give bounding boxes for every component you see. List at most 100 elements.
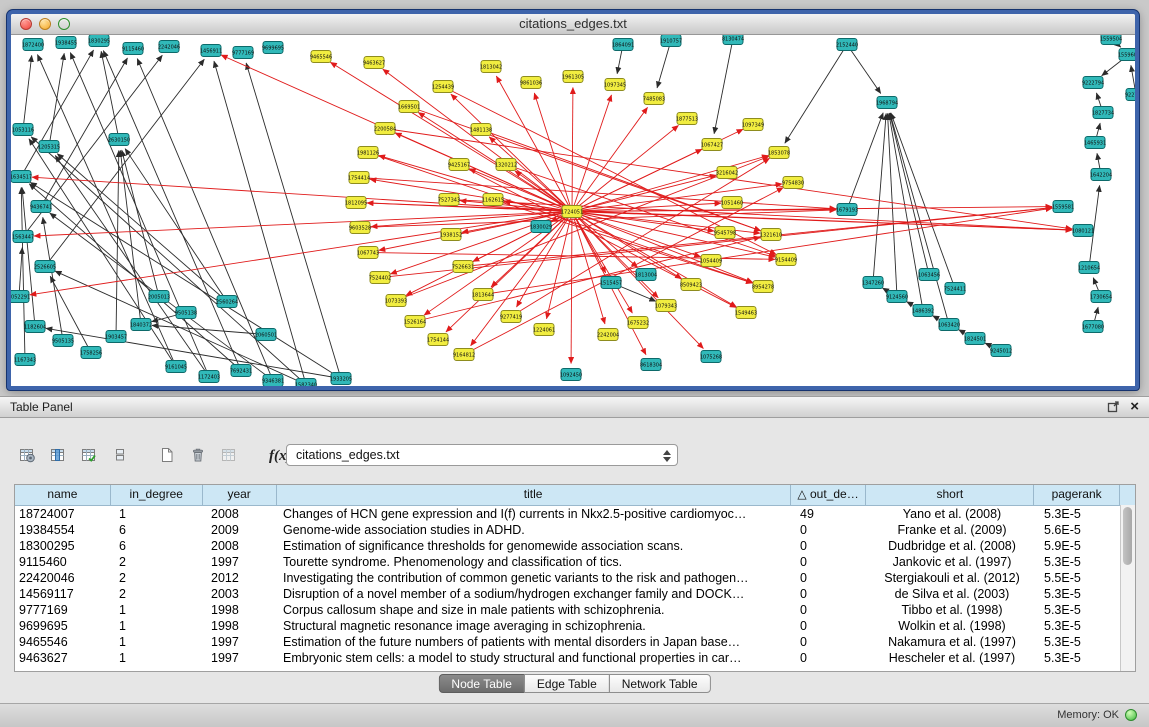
graph-node[interactable]: 1052291	[11, 291, 30, 303]
graph-node[interactable]: 2200584	[374, 123, 396, 135]
column-rows-icon[interactable]	[107, 443, 133, 469]
import-table-icon[interactable]	[216, 443, 242, 469]
graph-node[interactable]: 9861036	[520, 77, 542, 89]
graph-node[interactable]: 7485083	[643, 93, 665, 105]
graph-node[interactable]: 9505135	[52, 335, 74, 347]
graph-edge[interactable]	[471, 212, 572, 346]
graph-node[interactable]: 1903457	[105, 331, 127, 343]
float-panel-icon[interactable]	[1107, 400, 1120, 413]
graph-node[interactable]: 2242004	[597, 329, 619, 341]
graph-node[interactable]: 1162615	[482, 194, 504, 206]
table-row[interactable]: 969969511998Structural magnetic resonanc…	[15, 618, 1135, 634]
table-row[interactable]: 1938455462009Genome-wide association stu…	[15, 522, 1135, 538]
graph-node[interactable]: 8130474	[722, 35, 744, 45]
graph-node[interactable]: 1981126	[357, 147, 379, 159]
graph-node[interactable]: 8618304	[640, 359, 662, 371]
graph-node[interactable]: 1730654	[1090, 291, 1112, 303]
table-columns-icon[interactable]	[45, 443, 71, 469]
graph-node[interactable]: 1938455	[55, 37, 77, 49]
graph-node[interactable]: 1067743	[357, 247, 379, 259]
graph-node[interactable]: 9115460	[122, 43, 144, 55]
table-row[interactable]: 977716911998Corpus callosum shape and si…	[15, 602, 1135, 618]
graph-node[interactable]: 8954278	[752, 281, 774, 293]
graph-node[interactable]: 1080121	[1072, 225, 1094, 237]
graph-node[interactable]: 7526631	[452, 261, 474, 273]
table-row[interactable]: 946362711997Embryonic stem cells: a mode…	[15, 650, 1135, 666]
graph-node[interactable]: 1677080	[1082, 321, 1104, 333]
graph-node[interactable]: 7524411	[944, 283, 966, 295]
graph-node[interactable]: 1456911	[200, 45, 222, 57]
graph-edge[interactable]	[890, 113, 929, 274]
graph-node[interactable]: 9277419	[500, 311, 522, 323]
graph-node[interactable]: 1205315	[38, 141, 60, 153]
graph-node[interactable]: 1813004	[635, 269, 657, 281]
graph-node[interactable]: 9425167	[448, 159, 470, 171]
graph-node[interactable]: 9465546	[310, 51, 332, 63]
graph-node[interactable]: 9154409	[775, 254, 797, 266]
graph-node[interactable]: 1073393	[385, 295, 407, 307]
close-button[interactable]	[20, 18, 32, 30]
graph-edge[interactable]	[572, 87, 573, 211]
graph-node[interactable]: 1724051	[561, 206, 583, 218]
graph-node[interactable]: 1254439	[432, 81, 454, 93]
graph-node[interactable]: 1224061	[533, 324, 555, 336]
graph-node[interactable]: 1840372	[130, 319, 152, 331]
graph-edge[interactable]	[415, 237, 760, 321]
graph-node[interactable]: 1092450	[560, 369, 582, 381]
graph-edge[interactable]	[101, 51, 119, 139]
graph-node[interactable]: 1910757	[660, 35, 682, 47]
graph-node[interactable]: 8509423	[680, 279, 702, 291]
graph-edge[interactable]	[137, 59, 273, 381]
graph-edge[interactable]	[847, 45, 881, 94]
graph-node[interactable]: 1675232	[627, 317, 649, 329]
graph-edge[interactable]	[496, 76, 572, 211]
graph-node[interactable]: 1075268	[700, 351, 722, 363]
graph-node[interactable]: 2005013	[148, 291, 170, 303]
graph-node[interactable]: 1864091	[612, 39, 634, 51]
graph-node[interactable]: 1549463	[735, 307, 757, 319]
graph-edge[interactable]	[785, 45, 847, 144]
graph-node[interactable]: 1813042	[480, 61, 502, 73]
graph-edge[interactable]	[45, 59, 204, 266]
graph-edge[interactable]	[31, 137, 306, 385]
graph-edge[interactable]	[23, 55, 32, 129]
graph-node[interactable]: 9777169	[232, 47, 254, 59]
graph-node[interactable]: 1754144	[427, 334, 449, 346]
tab-edge-table[interactable]: Edge Table	[524, 674, 610, 693]
graph-node[interactable]: 9161045	[165, 361, 187, 373]
graph-node[interactable]: 1938152	[440, 229, 462, 241]
graph-node[interactable]: 9754830	[782, 177, 804, 189]
column-header-0[interactable]: name	[15, 485, 111, 505]
graph-node[interactable]: 1526164	[404, 316, 426, 328]
graph-edge[interactable]	[572, 212, 701, 257]
graph-node[interactable]: 9545798	[714, 227, 736, 239]
table-row[interactable]: 1830029562008Estimation of significance …	[15, 538, 1135, 554]
graph-node[interactable]: 1813644	[472, 289, 494, 301]
graph-node[interactable]: 1824501	[964, 333, 986, 345]
graph-edge[interactable]	[57, 154, 227, 302]
column-header-5[interactable]: short	[866, 485, 1034, 505]
network-canvas[interactable]: 1724051181304212544391669501220058419811…	[11, 35, 1135, 386]
graph-node[interactable]: 9227734	[1125, 89, 1135, 101]
graph-node[interactable]: 1827734	[1092, 107, 1114, 119]
graph-edge[interactable]	[571, 212, 572, 364]
scrollbar-thumb[interactable]	[1123, 507, 1132, 565]
graph-edge[interactable]	[463, 208, 1052, 267]
graph-node[interactable]: 1961305	[562, 71, 584, 83]
graph-node[interactable]: 1481138	[470, 124, 492, 136]
graph-node[interactable]: 9222794	[1082, 77, 1104, 89]
graph-node[interactable]: 1754414	[348, 172, 370, 184]
graph-node[interactable]: 1321610	[760, 229, 782, 241]
graph-node[interactable]: 1634517	[11, 171, 32, 183]
graph-node[interactable]: 9245012	[990, 345, 1012, 357]
graph-node[interactable]: 1679193	[836, 204, 858, 216]
graph-node[interactable]: 2526605	[34, 261, 56, 273]
graph-node[interactable]: 1812095	[345, 197, 367, 209]
graph-node[interactable]: 1853078	[768, 147, 790, 159]
graph-node[interactable]: 7524402	[369, 272, 391, 284]
graph-node[interactable]: 9346381	[262, 375, 284, 387]
graph-node[interactable]: 1933205	[330, 373, 352, 385]
table-settings-icon[interactable]	[14, 443, 40, 469]
table-row[interactable]: 1456911722003Disruption of a novel membe…	[15, 586, 1135, 602]
graph-edge[interactable]	[714, 39, 733, 134]
